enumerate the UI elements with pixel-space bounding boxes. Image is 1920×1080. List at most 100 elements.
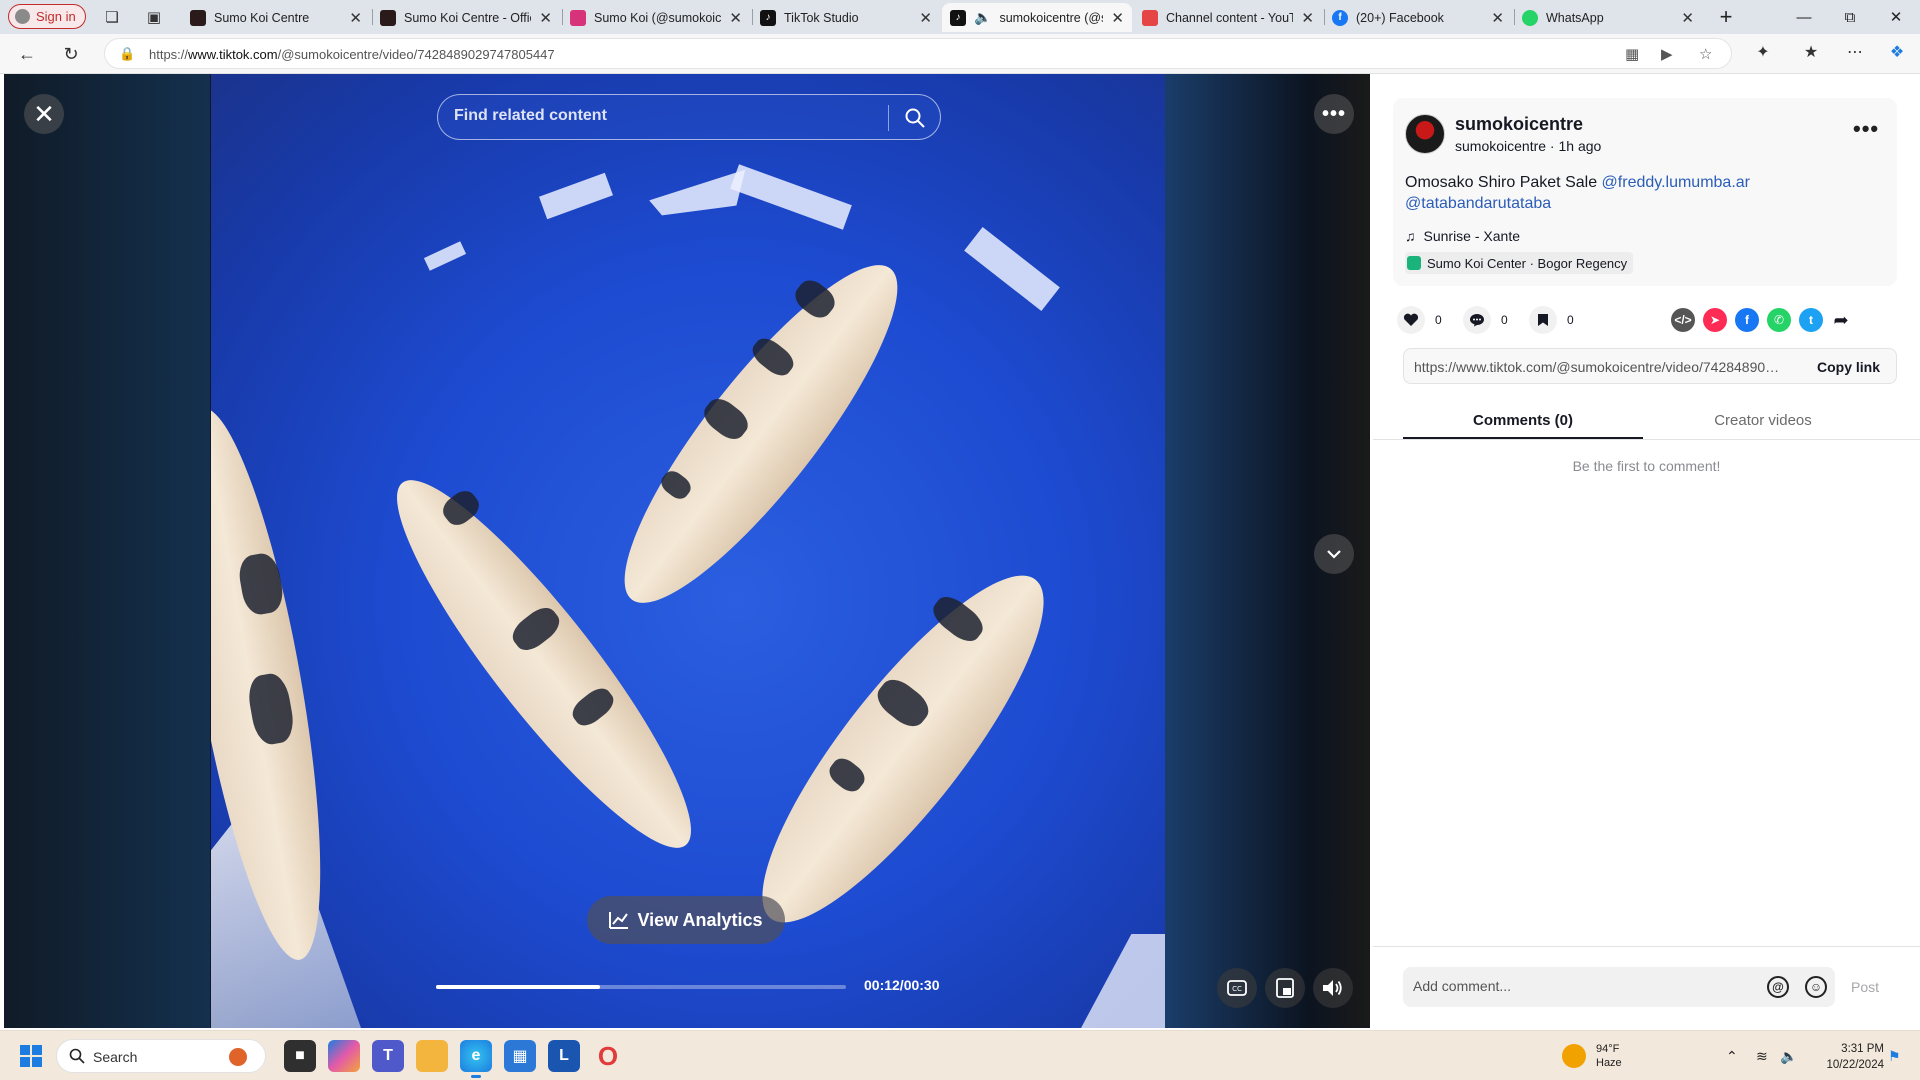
speaker-icon[interactable]: 🔈 (1780, 1048, 1797, 1065)
back-arrow-icon[interactable]: ← (16, 43, 38, 65)
workspaces-icon[interactable]: ❏ (102, 7, 122, 27)
opera-icon[interactable]: O (592, 1040, 624, 1072)
tiktok-favicon-icon: ♪ (950, 9, 966, 26)
twitter-share-icon[interactable]: t (1799, 308, 1823, 332)
embed-icon[interactable]: </> (1671, 308, 1695, 332)
like-button[interactable]: 0 (1397, 306, 1442, 334)
taskbar-search[interactable]: Search (56, 1039, 266, 1073)
mention-at-icon[interactable]: @ (1767, 976, 1789, 998)
tab-creator-videos[interactable]: Creator videos (1643, 412, 1883, 429)
refresh-icon[interactable]: ↻ (60, 43, 82, 65)
weather-temp: 94°F (1596, 1043, 1620, 1055)
location-tag[interactable]: Sumo Koi Center · Bogor Regency (1405, 252, 1634, 274)
copilot-app-icon[interactable] (328, 1040, 360, 1072)
post-comment-button[interactable]: Post (1851, 979, 1879, 995)
chevron-down-icon (1327, 550, 1341, 559)
comment-input[interactable] (1413, 978, 1743, 994)
save-button[interactable]: 0 (1529, 306, 1574, 334)
emoji-icon[interactable]: ☺ (1805, 976, 1827, 998)
tab-close-icon[interactable]: ✕ (1301, 9, 1314, 27)
tab-close-icon[interactable]: ✕ (1681, 9, 1694, 27)
extensions-icon[interactable]: ✦ (1752, 42, 1774, 62)
creator-username[interactable]: sumokoicentre (1455, 114, 1583, 135)
tab-tiktok-studio[interactable]: ♪ TikTok Studio ✕ (752, 3, 940, 32)
url-text[interactable]: https://www.tiktok.com/@sumokoicentre/vi… (149, 47, 555, 62)
whatsapp-share-icon[interactable]: ✆ (1767, 308, 1791, 332)
tab-close-icon[interactable]: ✕ (349, 9, 362, 27)
tab-youtube-channel[interactable]: Channel content - YouTu ✕ (1134, 3, 1322, 32)
tab-facebook[interactable]: f (20+) Facebook ✕ (1324, 3, 1512, 32)
tab-actions-icon[interactable]: ▣ (144, 7, 164, 27)
tab-close-icon[interactable]: ✕ (729, 9, 742, 27)
new-tab-button[interactable]: + (1714, 4, 1738, 29)
close-window-button[interactable]: ✕ (1884, 5, 1908, 29)
mention-link[interactable]: @tatabandarutataba (1405, 195, 1551, 212)
find-related-search[interactable] (437, 94, 941, 140)
location-label: Sumo Koi Center · Bogor Regency (1427, 255, 1628, 271)
file-explorer-icon[interactable] (416, 1040, 448, 1072)
sign-in-label: Sign in (36, 9, 76, 24)
mention-link[interactable]: @freddy.lumumba.ar (1602, 174, 1750, 191)
comment-button[interactable]: 0 (1463, 306, 1508, 334)
more-options-button[interactable]: ••• (1314, 94, 1354, 134)
volume-button[interactable] (1313, 968, 1353, 1008)
notification-bell-icon[interactable]: ⚑ (1888, 1048, 1901, 1065)
copilot-icon[interactable]: ❖ (1886, 42, 1908, 62)
windows-start-icon[interactable] (20, 1045, 42, 1067)
music-row[interactable]: ♫ Sunrise - Xante (1405, 228, 1520, 244)
tab-comments[interactable]: Comments (0) (1403, 412, 1643, 429)
video-frame[interactable] (211, 74, 1165, 1028)
audio-playing-icon[interactable]: 🔈 (974, 9, 991, 26)
tab-whatsapp[interactable]: WhatsApp ✕ (1514, 3, 1702, 32)
weather-desc: Haze (1596, 1057, 1622, 1069)
teams-icon[interactable]: T (372, 1040, 404, 1072)
copy-link-button[interactable]: Copy link (1817, 359, 1880, 375)
more-share-icon[interactable]: ➦ (1829, 308, 1853, 332)
tab-sumokoicentre-active[interactable]: ♪ 🔈 sumokoicentre (@s ✕ (942, 3, 1132, 32)
tab-close-icon[interactable]: ✕ (919, 9, 932, 27)
view-analytics-button[interactable]: View Analytics (587, 896, 785, 944)
tab-title: sumokoicentre (@s (999, 10, 1104, 25)
facebook-share-icon[interactable]: f (1735, 308, 1759, 332)
comment-input-wrapper[interactable]: @ ☺ (1403, 967, 1835, 1007)
taskbar-clock[interactable]: 3:31 PM 10/22/2024 (1810, 1041, 1884, 1073)
tab-close-icon[interactable]: ✕ (1111, 9, 1124, 27)
post-info-card: sumokoicentre sumokoicentre · 1h ago •••… (1393, 98, 1897, 286)
captions-button[interactable]: CC (1217, 968, 1257, 1008)
find-related-input[interactable] (454, 107, 874, 125)
tab-sumo-koi-official[interactable]: Sumo Koi Centre - Offici ✕ (372, 3, 560, 32)
chevron-up-icon[interactable]: ⌃ (1726, 1048, 1738, 1065)
comment-count: 0 (1501, 313, 1508, 327)
favorite-star-icon[interactable]: ☆ (1699, 45, 1712, 63)
address-bar-row: ← ↻ 🔒 https://www.tiktok.com/@sumokoicen… (0, 34, 1920, 74)
comment-tabs: Comments (0) Creator videos (1373, 402, 1920, 440)
app-available-icon[interactable]: ▦ (1625, 45, 1639, 63)
next-video-button[interactable] (1314, 534, 1354, 574)
sign-in-button[interactable]: Sign in (8, 4, 86, 29)
video-progress-bar[interactable] (436, 985, 846, 989)
minimize-button[interactable]: — (1792, 5, 1816, 29)
tab-sumo-koi-centre[interactable]: Sumo Koi Centre ✕ (182, 3, 370, 32)
task-view-icon[interactable]: ■ (284, 1040, 316, 1072)
favorites-icon[interactable]: ★ (1800, 42, 1822, 62)
store-icon[interactable]: ▦ (504, 1040, 536, 1072)
weather-widget[interactable]: 94°F Haze (1562, 1042, 1622, 1070)
mini-player-button[interactable] (1265, 968, 1305, 1008)
creator-avatar[interactable] (1405, 114, 1445, 154)
video-player[interactable]: ✕ ••• View Analytics 00:12/00:30 CC (4, 74, 1370, 1028)
send-to-friends-icon[interactable]: ➤ (1703, 308, 1727, 332)
read-aloud-icon[interactable]: ▶ (1661, 45, 1673, 63)
launcher-app-icon[interactable]: L (548, 1040, 580, 1072)
search-icon[interactable] (904, 107, 926, 129)
edge-browser-icon[interactable]: e (460, 1040, 492, 1078)
post-more-icon[interactable]: ••• (1853, 116, 1879, 142)
lock-icon[interactable]: 🔒 (119, 46, 135, 62)
settings-more-icon[interactable]: ⋯ (1844, 42, 1866, 62)
tab-close-icon[interactable]: ✕ (539, 9, 552, 27)
close-video-button[interactable]: ✕ (24, 94, 64, 134)
restore-button[interactable]: ⧉ (1838, 5, 1862, 29)
wifi-icon[interactable]: ≋ (1756, 1048, 1768, 1065)
tab-instagram[interactable]: Sumo Koi (@sumokoice ✕ (562, 3, 750, 32)
tab-close-icon[interactable]: ✕ (1491, 9, 1504, 27)
url-field[interactable]: 🔒 https://www.tiktok.com/@sumokoicentre/… (104, 38, 1732, 69)
